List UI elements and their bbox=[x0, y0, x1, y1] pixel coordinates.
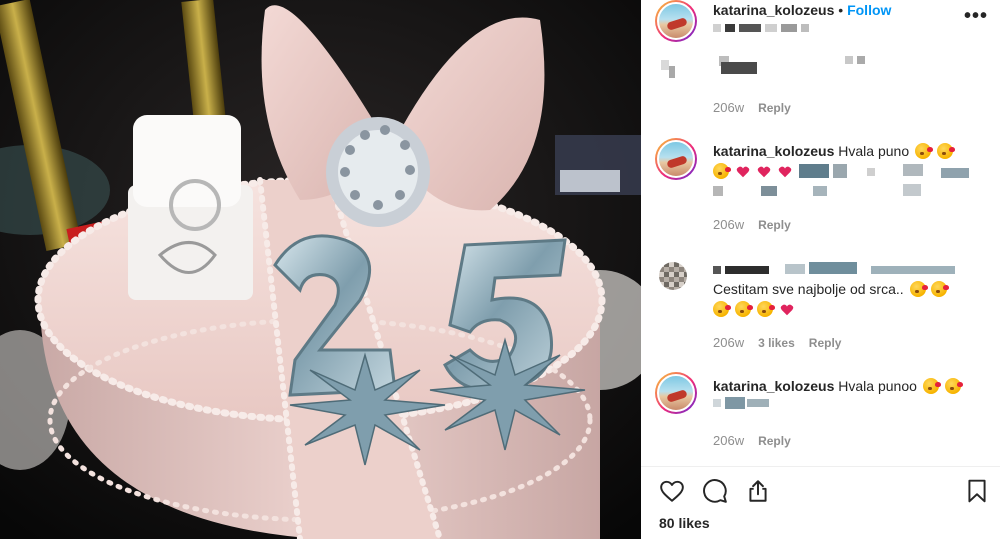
redacted-comment bbox=[857, 56, 865, 64]
kissing-face-emoji-icon bbox=[944, 378, 963, 394]
redacted-comment bbox=[903, 184, 921, 196]
action-bar bbox=[641, 478, 1000, 508]
post-photo[interactable] bbox=[0, 0, 641, 539]
share-icon[interactable] bbox=[745, 478, 771, 504]
comment-username[interactable]: katarina_kolozeus bbox=[713, 143, 834, 159]
author-avatar[interactable] bbox=[655, 0, 697, 42]
comment-text: Hvala punoo bbox=[838, 378, 917, 394]
kissing-face-emoji-icon bbox=[909, 281, 928, 297]
kissing-face-emoji-icon bbox=[756, 301, 775, 317]
redacted-comment bbox=[747, 399, 769, 407]
commenter-avatar[interactable] bbox=[655, 138, 697, 180]
kissing-face-emoji-icon bbox=[936, 143, 955, 159]
kissing-face-emoji-icon bbox=[931, 281, 950, 297]
more-options-icon[interactable]: ••• bbox=[964, 6, 988, 26]
comment-icon[interactable] bbox=[702, 478, 728, 504]
redacted-comment bbox=[713, 186, 723, 196]
redacted-comment bbox=[799, 164, 829, 178]
comment-meta: 206w Reply bbox=[713, 217, 791, 232]
redacted-location bbox=[713, 24, 721, 32]
kissing-face-emoji-icon bbox=[915, 143, 933, 159]
comment-time[interactable]: 206w bbox=[713, 335, 744, 350]
redacted-location bbox=[801, 24, 809, 32]
redacted-avatar bbox=[661, 60, 669, 70]
redacted-comment bbox=[761, 186, 777, 196]
comment-time[interactable]: 206w bbox=[713, 217, 744, 232]
redacted-comment bbox=[713, 399, 721, 407]
redacted-username bbox=[785, 264, 805, 274]
follow-button[interactable]: Follow bbox=[847, 2, 891, 18]
redacted-comment bbox=[867, 168, 875, 176]
redacted-username bbox=[725, 266, 769, 274]
comment-text: Cestitam sve najbolje od srca.. bbox=[713, 281, 904, 297]
redacted-comment bbox=[903, 164, 923, 176]
redacted-comment bbox=[833, 164, 847, 178]
kissing-face-emoji-icon bbox=[734, 301, 753, 317]
comment-body-line2 bbox=[713, 300, 794, 318]
cake-photo-image bbox=[0, 0, 641, 539]
kissing-face-emoji-icon bbox=[713, 163, 731, 179]
kissing-face-emoji-icon bbox=[922, 378, 941, 394]
comment-time[interactable]: 206w bbox=[713, 100, 744, 115]
comment-meta: 206w Reply bbox=[713, 100, 791, 115]
redacted-username bbox=[713, 266, 721, 274]
comment-body: katarina_kolozeus Hvala punoo bbox=[713, 377, 963, 395]
header-separator: • bbox=[838, 2, 844, 18]
comment-username[interactable]: katarina_kolozeus bbox=[713, 378, 834, 394]
comment-likes[interactable]: 3 likes bbox=[758, 336, 795, 350]
red-heart-emoji-icon bbox=[736, 165, 750, 179]
red-heart-emoji-icon bbox=[780, 303, 794, 317]
comment-body-line2 bbox=[713, 162, 792, 180]
redacted-comment bbox=[941, 168, 969, 178]
redacted-comment bbox=[721, 62, 757, 74]
redacted-comment bbox=[813, 186, 827, 196]
commenter-avatar[interactable] bbox=[659, 262, 687, 290]
reply-button[interactable]: Reply bbox=[809, 336, 842, 350]
redacted-comment bbox=[725, 397, 745, 409]
comments-panel: katarina_kolozeus • Follow ••• 206w Repl… bbox=[641, 0, 1000, 539]
redacted-location bbox=[739, 24, 761, 32]
red-heart-emoji-icon bbox=[757, 165, 771, 179]
heart-icon[interactable] bbox=[659, 478, 685, 504]
reply-button[interactable]: Reply bbox=[758, 434, 791, 448]
redacted-username bbox=[871, 266, 955, 274]
comment-time[interactable]: 206w bbox=[713, 433, 744, 448]
reply-button[interactable]: Reply bbox=[758, 218, 791, 232]
redacted-username bbox=[809, 262, 857, 274]
comment-body: Cestitam sve najbolje od srca.. bbox=[713, 280, 950, 298]
comment-meta: 206w 3 likes Reply bbox=[713, 335, 841, 350]
header-title: katarina_kolozeus • Follow bbox=[713, 2, 891, 18]
redacted-location bbox=[725, 24, 735, 32]
comment-text: Hvala puno bbox=[838, 143, 910, 159]
likes-count[interactable]: 80 likes bbox=[659, 515, 710, 531]
redacted-location bbox=[765, 24, 777, 32]
author-username[interactable]: katarina_kolozeus bbox=[713, 2, 834, 18]
redacted-comment bbox=[845, 56, 853, 64]
reply-button[interactable]: Reply bbox=[758, 101, 791, 115]
divider bbox=[641, 466, 1000, 467]
red-heart-emoji-icon bbox=[778, 165, 792, 179]
redacted-avatar bbox=[669, 66, 675, 78]
comment-body: katarina_kolozeus Hvala puno bbox=[713, 142, 955, 160]
kissing-face-emoji-icon bbox=[713, 301, 731, 317]
bookmark-icon[interactable] bbox=[964, 478, 990, 504]
redacted-location bbox=[781, 24, 797, 32]
post-header: katarina_kolozeus • Follow ••• bbox=[641, 0, 1000, 44]
comment-meta: 206w Reply bbox=[713, 433, 791, 448]
commenter-avatar[interactable] bbox=[655, 372, 697, 414]
